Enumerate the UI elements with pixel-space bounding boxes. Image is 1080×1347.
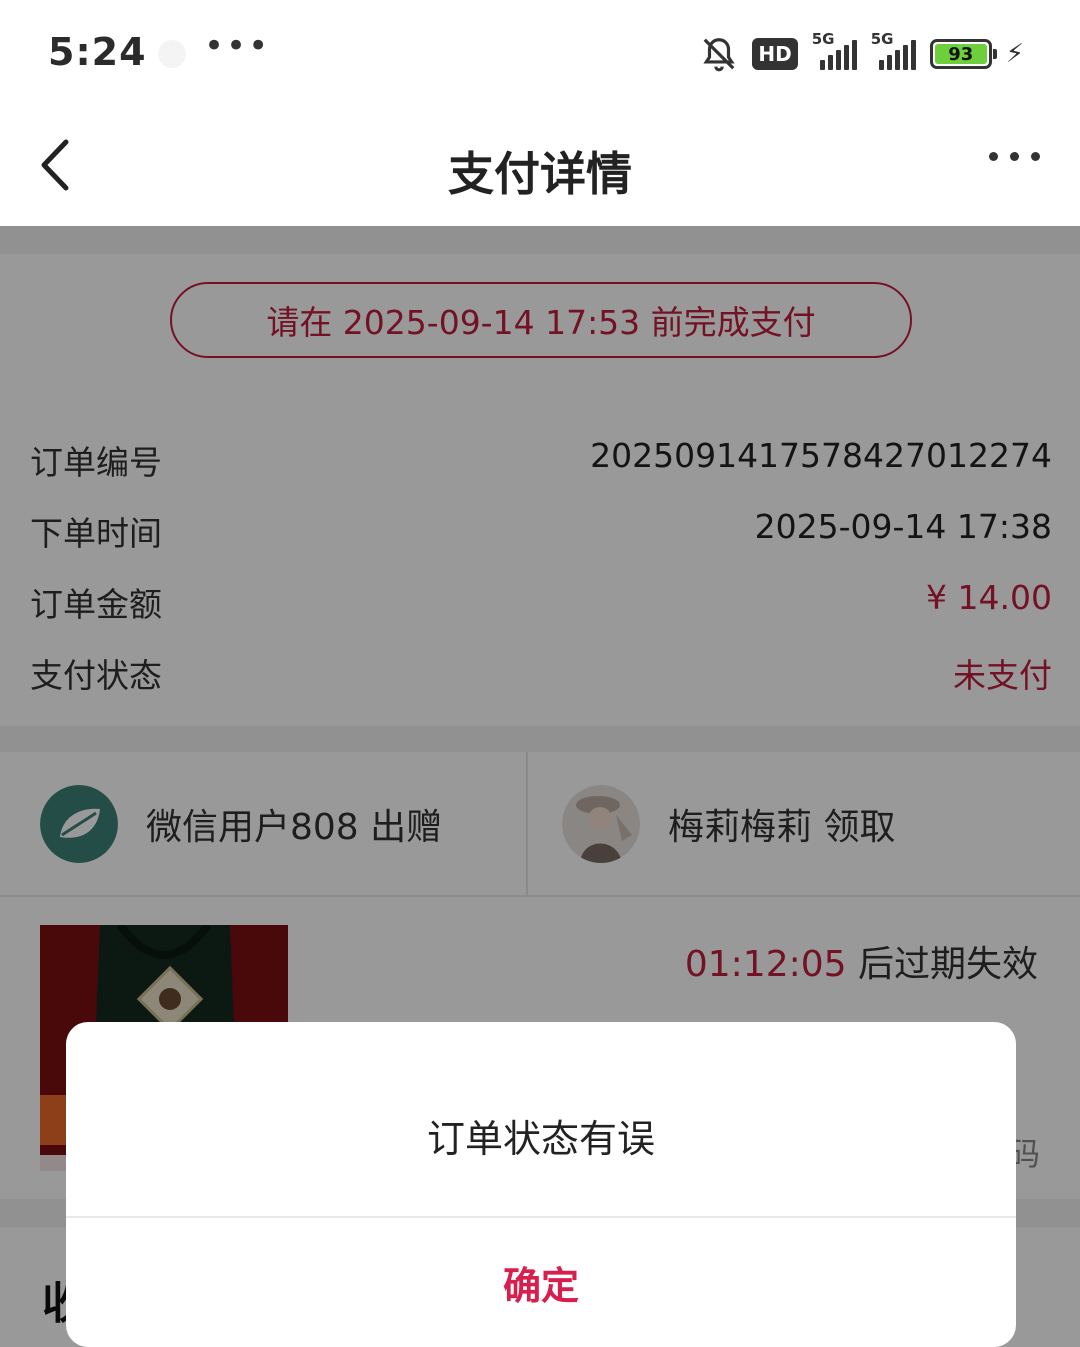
more-options-icon[interactable] xyxy=(989,152,1040,161)
signal-icon-sim1: 5G xyxy=(812,30,857,70)
signal-icon-sim2: 5G xyxy=(871,30,916,70)
battery-icon: 93 xyxy=(929,39,997,69)
status-bar: 5:24 ••• HD 5G 5G 93 ⚡ xyxy=(0,0,1080,108)
hd-icon: HD xyxy=(752,38,798,70)
charging-icon: ⚡ xyxy=(1005,39,1024,69)
confirm-button[interactable]: 确定 xyxy=(66,1218,1016,1347)
page-title: 支付详情 xyxy=(448,147,632,201)
alert-dialog: 订单状态有误 确定 xyxy=(66,1022,1016,1347)
nav-bar: 支付详情 xyxy=(0,108,1080,226)
notification-dot-icon xyxy=(158,40,186,68)
dialog-message: 订单状态有误 xyxy=(426,1117,655,1161)
status-more-icon: ••• xyxy=(204,26,271,66)
status-icons: HD 5G 5G 93 ⚡ xyxy=(700,30,1024,74)
status-time: 5:24 xyxy=(48,30,147,74)
bell-muted-icon xyxy=(703,38,736,72)
